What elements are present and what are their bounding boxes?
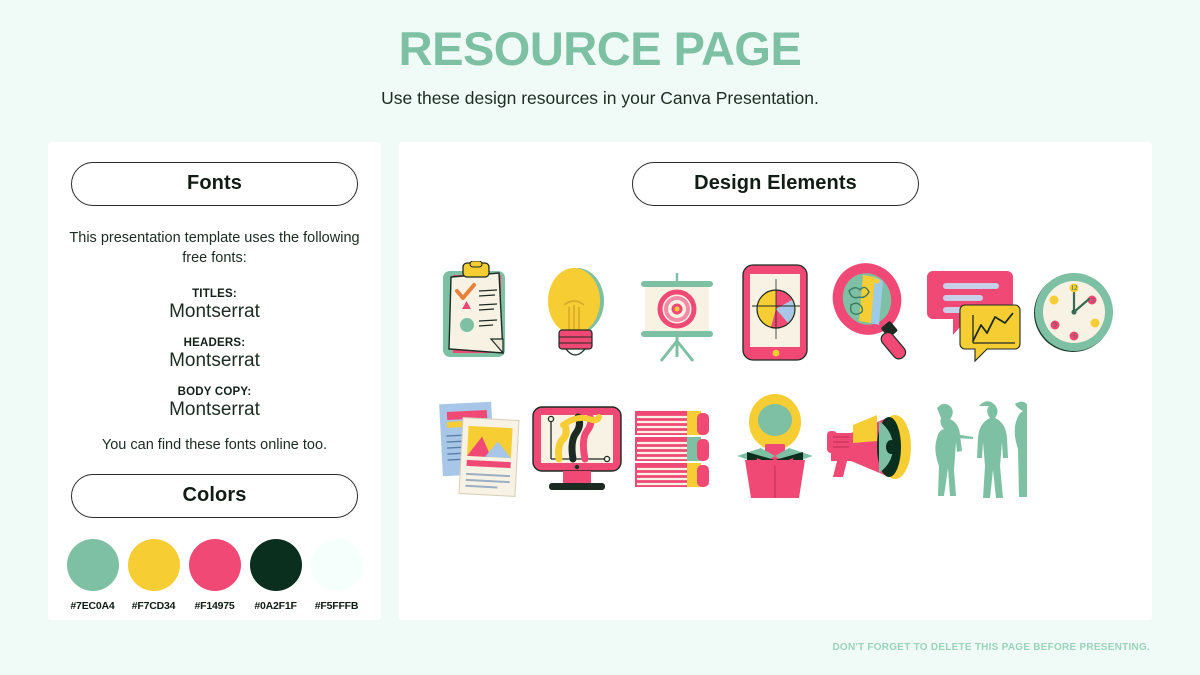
design-elements-heading: Design Elements xyxy=(632,162,919,206)
megaphone-icon[interactable] xyxy=(823,390,919,508)
page-header: RESOURCE PAGE Use these design resources… xyxy=(0,0,1200,109)
panels-container: Fonts This presentation template uses th… xyxy=(48,142,1152,620)
stack-of-books-icon[interactable] xyxy=(627,390,727,508)
monitor-chart-icon[interactable] xyxy=(527,390,627,508)
fonts-outro-text: You can find these fonts online too. xyxy=(101,437,328,454)
font-row-body-copy: BODY COPY: Montserrat xyxy=(66,386,363,422)
tablet-pie-chart-icon[interactable] xyxy=(727,254,823,372)
resources-left-panel: Fonts This presentation template uses th… xyxy=(48,142,381,620)
font-name-value: Montserrat xyxy=(169,301,260,322)
font-role-label: BODY COPY: xyxy=(177,385,252,398)
page-subtitle: Use these design resources in your Canva… xyxy=(381,88,819,109)
font-row-headers: HEADERS: Montserrat xyxy=(66,337,363,373)
swatch-dot xyxy=(188,539,241,592)
svg-text:12: 12 xyxy=(1070,284,1078,292)
font-name-value: Montserrat xyxy=(169,349,260,371)
swatch-hex-label: #F14975 xyxy=(194,600,235,613)
svg-text:6: 6 xyxy=(1073,332,1077,340)
colors-section: Colors #7EC0A4 #F7CD34 #F14975 #0A2F1F #… xyxy=(66,474,363,612)
font-name-value: Montserrat xyxy=(169,398,260,420)
wall-clock-icon[interactable]: 12 3 6 9 xyxy=(1027,254,1118,372)
design-elements-panel: Design Elements 12 3 6 9 xyxy=(399,142,1152,620)
font-row-titles: TITLES: Montserrat xyxy=(66,288,363,324)
swatch-hex-label: #7EC0A4 xyxy=(70,600,115,613)
page-title: RESOURCE PAGE xyxy=(398,22,802,75)
color-swatch-2: #F7CD34 xyxy=(127,539,180,612)
colors-section-heading: Colors xyxy=(71,474,358,519)
fonts-section-heading: Fonts xyxy=(71,162,358,206)
speech-bubbles-chart-icon[interactable] xyxy=(919,254,1027,372)
lightbulb-in-box-icon[interactable] xyxy=(727,390,823,508)
design-elements-grid: 12 3 6 9 xyxy=(419,254,1132,508)
swatch-hex-label: #F5FFFB xyxy=(314,600,359,613)
fonts-list: TITLES: Montserrat HEADERS: Montserrat B… xyxy=(66,288,363,421)
svg-text:3: 3 xyxy=(1091,297,1095,305)
delete-page-reminder: DON'T FORGET TO DELETE THIS PAGE BEFORE … xyxy=(832,642,1150,653)
svg-text:9: 9 xyxy=(1053,321,1057,329)
clipboard-checklist-icon[interactable] xyxy=(433,254,527,372)
fonts-intro-text: This presentation template uses the foll… xyxy=(69,230,360,266)
swatch-dot xyxy=(127,539,180,592)
swatch-dot xyxy=(310,539,363,592)
magnifying-glass-brain-icon[interactable] xyxy=(823,254,919,372)
color-swatch-4: #0A2F1F xyxy=(249,539,302,612)
font-role-label: TITLES: xyxy=(192,288,237,300)
people-silhouettes-icon[interactable] xyxy=(919,390,1027,508)
font-role-label: HEADERS: xyxy=(183,336,246,349)
color-swatch-1: #7EC0A4 xyxy=(66,539,119,612)
swatch-dot xyxy=(249,539,302,592)
color-swatch-row: #7EC0A4 #F7CD34 #F14975 #0A2F1F #F5FFFB xyxy=(66,539,363,612)
color-swatch-5: #F5FFFB xyxy=(310,539,363,612)
color-swatch-3: #F14975 xyxy=(188,539,241,612)
documents-report-icon[interactable] xyxy=(433,390,527,508)
lightbulb-icon[interactable] xyxy=(527,254,627,372)
presentation-board-target-icon[interactable] xyxy=(627,254,727,372)
swatch-dot xyxy=(66,539,119,592)
swatch-hex-label: #0A2F1F xyxy=(254,600,297,613)
swatch-hex-label: #F7CD34 xyxy=(131,600,176,613)
